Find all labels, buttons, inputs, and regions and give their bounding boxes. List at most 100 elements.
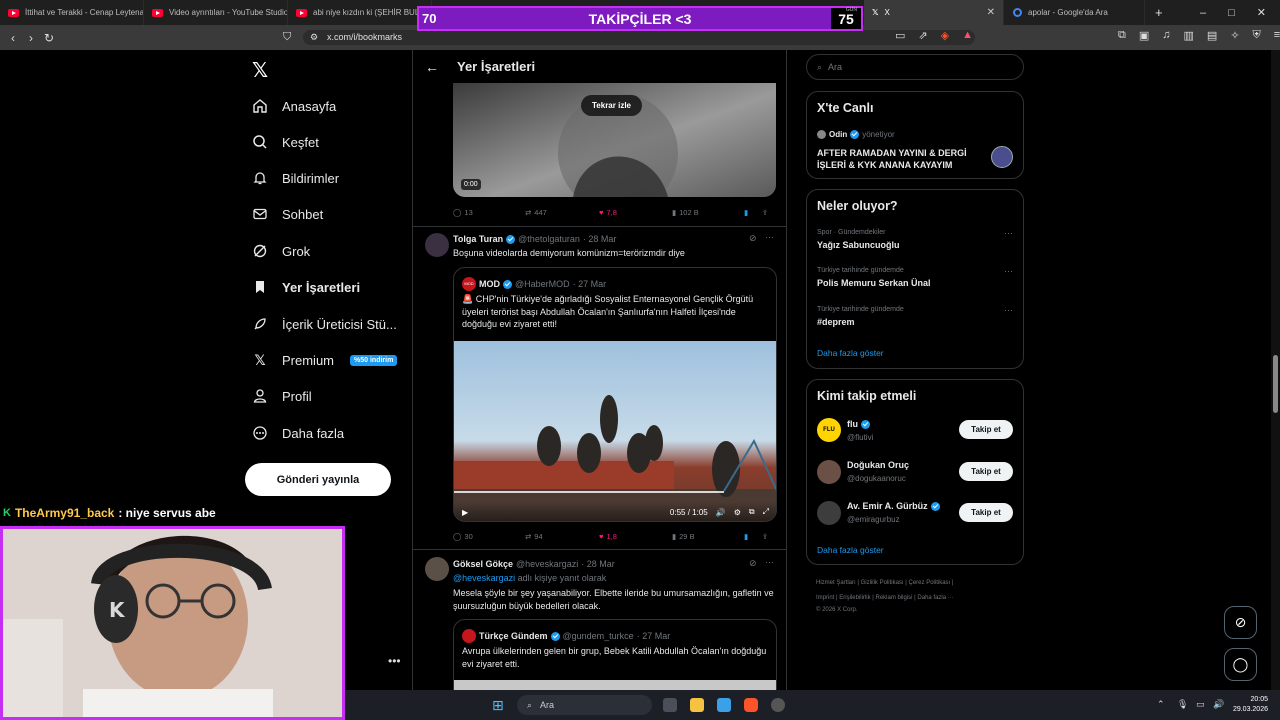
browser-tab[interactable]: İttihat ve Terakki - Cenap Leytenant <box>0 0 144 25</box>
like-button[interactable]: ♥ 1,8 <box>599 532 672 541</box>
footer-link[interactable]: Reklam bilgisi <box>876 595 913 601</box>
browser-tab[interactable]: apolar - Google'da Ara <box>1005 0 1145 25</box>
vpn-icon[interactable]: ⛨ <box>1253 29 1261 42</box>
brave-rewards-icon[interactable]: ▲ <box>962 29 973 42</box>
wallet-icon[interactable]: ▤ <box>1207 29 1217 42</box>
views-button[interactable]: ▮ 29 B <box>672 532 744 541</box>
footer-link[interactable]: Erişilebilirlik <box>839 595 870 601</box>
replay-button[interactable]: Tekrar izle <box>581 95 642 116</box>
footer-link[interactable]: Imprint <box>816 595 834 601</box>
close-tab-icon[interactable]: ✕ <box>987 7 995 18</box>
leo-ai-icon[interactable]: ✧ <box>1230 29 1239 42</box>
suggested-user-handle[interactable]: @dogukaanoruc <box>847 474 906 483</box>
avatar[interactable] <box>425 233 449 257</box>
task-view-icon[interactable] <box>663 698 677 712</box>
follow-button[interactable]: Takip et <box>959 503 1013 522</box>
trend-more-icon[interactable]: ··· <box>1004 228 1013 238</box>
pip-icon[interactable]: ⧉ <box>749 507 755 517</box>
share-icon[interactable]: ⇪ <box>762 208 768 217</box>
avatar[interactable] <box>425 557 449 581</box>
live-host[interactable]: Odin yönetiyor <box>817 130 895 139</box>
post-button[interactable]: Gönderi yayınla <box>245 463 391 496</box>
share-icon[interactable]: ⇗ <box>918 29 927 42</box>
nav-profile[interactable]: Profil <box>252 386 312 406</box>
nav-bookmarks[interactable]: Yer İşaretleri <box>252 277 360 297</box>
more-options-icon[interactable]: ··· <box>765 232 774 242</box>
nav-home[interactable]: Anasayfa <box>252 96 336 116</box>
nav-grok[interactable]: Grok <box>252 241 310 261</box>
retweet-button[interactable]: ⇄ 447 <box>525 208 599 217</box>
tweet-date[interactable]: · 28 Mar <box>581 559 615 569</box>
menu-icon[interactable]: ≡ <box>1274 29 1280 42</box>
close-window-button[interactable]: ✕ <box>1257 6 1266 19</box>
file-explorer-icon[interactable] <box>690 698 704 712</box>
footer-link[interactable]: Hizmet Şartları <box>816 580 856 586</box>
forward-icon[interactable]: › <box>22 31 40 45</box>
follow-show-more[interactable]: Daha fazla göster <box>817 545 884 555</box>
x-logo[interactable]: 𝕏 <box>252 58 268 83</box>
follow-button[interactable]: Takip et <box>959 420 1013 439</box>
live-avatar[interactable] <box>991 146 1013 168</box>
footer-link[interactable]: Çerez Politikası <box>909 580 951 586</box>
maximize-button[interactable]: □ <box>1228 7 1235 19</box>
footer-link[interactable]: Gizlilik Politikası <box>861 580 904 586</box>
new-tab-button[interactable]: + <box>1155 5 1163 20</box>
trend-item[interactable]: #deprem <box>817 317 855 327</box>
grok-analyze-icon[interactable]: ⊘ <box>749 233 757 244</box>
footer-link[interactable]: Daha fazla ··· <box>917 595 953 601</box>
site-settings-icon[interactable]: ⚙ <box>310 30 318 45</box>
author-name[interactable]: Göksel Gökçe <box>453 559 513 569</box>
reload-icon[interactable]: ↻ <box>40 31 58 45</box>
volume-icon[interactable]: 🔊 <box>1213 699 1224 710</box>
live-stream-title[interactable]: AFTER RAMADAN YAYINI & DERGİ İŞLERİ & KY… <box>817 147 977 171</box>
like-button[interactable]: ♥ 7,8 <box>599 208 672 217</box>
obs-icon[interactable] <box>771 698 785 712</box>
grok-fab-button[interactable]: ⊘ <box>1224 606 1257 639</box>
address-bar[interactable]: ⚙ x.com/i/bookmarks <box>303 30 975 45</box>
suggested-user-name[interactable]: Doğukan Oruç <box>847 460 909 470</box>
taskbar-search[interactable]: ⌕ Ara <box>517 695 652 715</box>
quoted-tweet[interactable]: MOD MOD @HaberMOD · 27 Mar 🚨 CHP'nin Tür… <box>453 267 777 522</box>
system-clock[interactable]: 20:05 29.03.2026 <box>1233 695 1268 715</box>
browser-tab[interactable]: abi niye kızdın ki (ŞEHİR BULMA <box>288 0 432 25</box>
suggested-user-name[interactable]: flu <box>847 419 870 429</box>
trend-item[interactable]: Yağız Sabuncuoğlu <box>817 240 900 250</box>
back-arrow-icon[interactable]: ← <box>425 59 439 75</box>
search-input[interactable]: ⌕ Ara <box>806 54 1024 80</box>
author-handle[interactable]: @thetolgaturan <box>518 234 580 244</box>
sidebar-icon[interactable]: ▥ <box>1184 29 1194 42</box>
nav-premium[interactable]: 𝕏 Premium %50 indirim <box>252 350 398 370</box>
scrollbar-thumb[interactable] <box>1273 355 1278 413</box>
quoted-video[interactable]: ▶ 0:55 / 1:05 🔊 ⚙ ⧉ ⤢ <box>454 341 776 521</box>
follow-button[interactable]: Takip et <box>959 462 1013 481</box>
play-icon[interactable]: ▶ <box>462 508 468 517</box>
browser-tab-active[interactable]: 𝕏 X ✕ <box>864 0 1004 25</box>
grok-analyze-icon[interactable]: ⊘ <box>749 558 757 569</box>
reply-button[interactable]: ◯ 30 <box>453 532 525 541</box>
nav-chat[interactable]: Sohbet <box>252 204 323 224</box>
nav-explore[interactable]: Keşfet <box>252 132 319 152</box>
author-name[interactable]: Tolga Turan <box>453 234 503 244</box>
nav-notifications[interactable]: Bildirimler <box>252 168 339 188</box>
back-icon[interactable]: ‹ <box>4 31 22 45</box>
avatar[interactable] <box>817 460 841 484</box>
suggested-user-handle[interactable]: @emiragurbuz <box>847 515 900 524</box>
tray-chevron-icon[interactable]: ⌃ <box>1157 699 1165 710</box>
views-button[interactable]: ▮ 102 B <box>672 208 744 217</box>
windows-start-icon[interactable]: ⊞ <box>492 697 504 714</box>
reply-button[interactable]: ◯ 13 <box>453 208 525 217</box>
tweet-date[interactable]: · 28 Mar <box>583 234 617 244</box>
network-icon[interactable]: ▭ <box>1196 699 1205 710</box>
share-icon[interactable]: ⇪ <box>762 532 768 541</box>
suggested-user-handle[interactable]: @flutivi <box>847 433 873 442</box>
messages-fab-button[interactable]: ◯ <box>1224 648 1257 681</box>
settings-icon[interactable]: ⚙ <box>734 508 741 517</box>
trend-item[interactable]: Polis Memuru Serkan Ünal <box>817 278 931 288</box>
trends-show-more[interactable]: Daha fazla göster <box>817 348 884 358</box>
nav-more[interactable]: Daha fazla <box>252 423 344 443</box>
volume-icon[interactable]: 🔊 <box>716 508 726 517</box>
more-options-icon[interactable]: ··· <box>765 557 774 567</box>
music-icon[interactable]: ♫ <box>1162 29 1170 42</box>
fullscreen-icon[interactable]: ⤢ <box>763 507 769 517</box>
nav-creator-studio[interactable]: İçerik Üreticisi Stü... <box>252 314 397 334</box>
